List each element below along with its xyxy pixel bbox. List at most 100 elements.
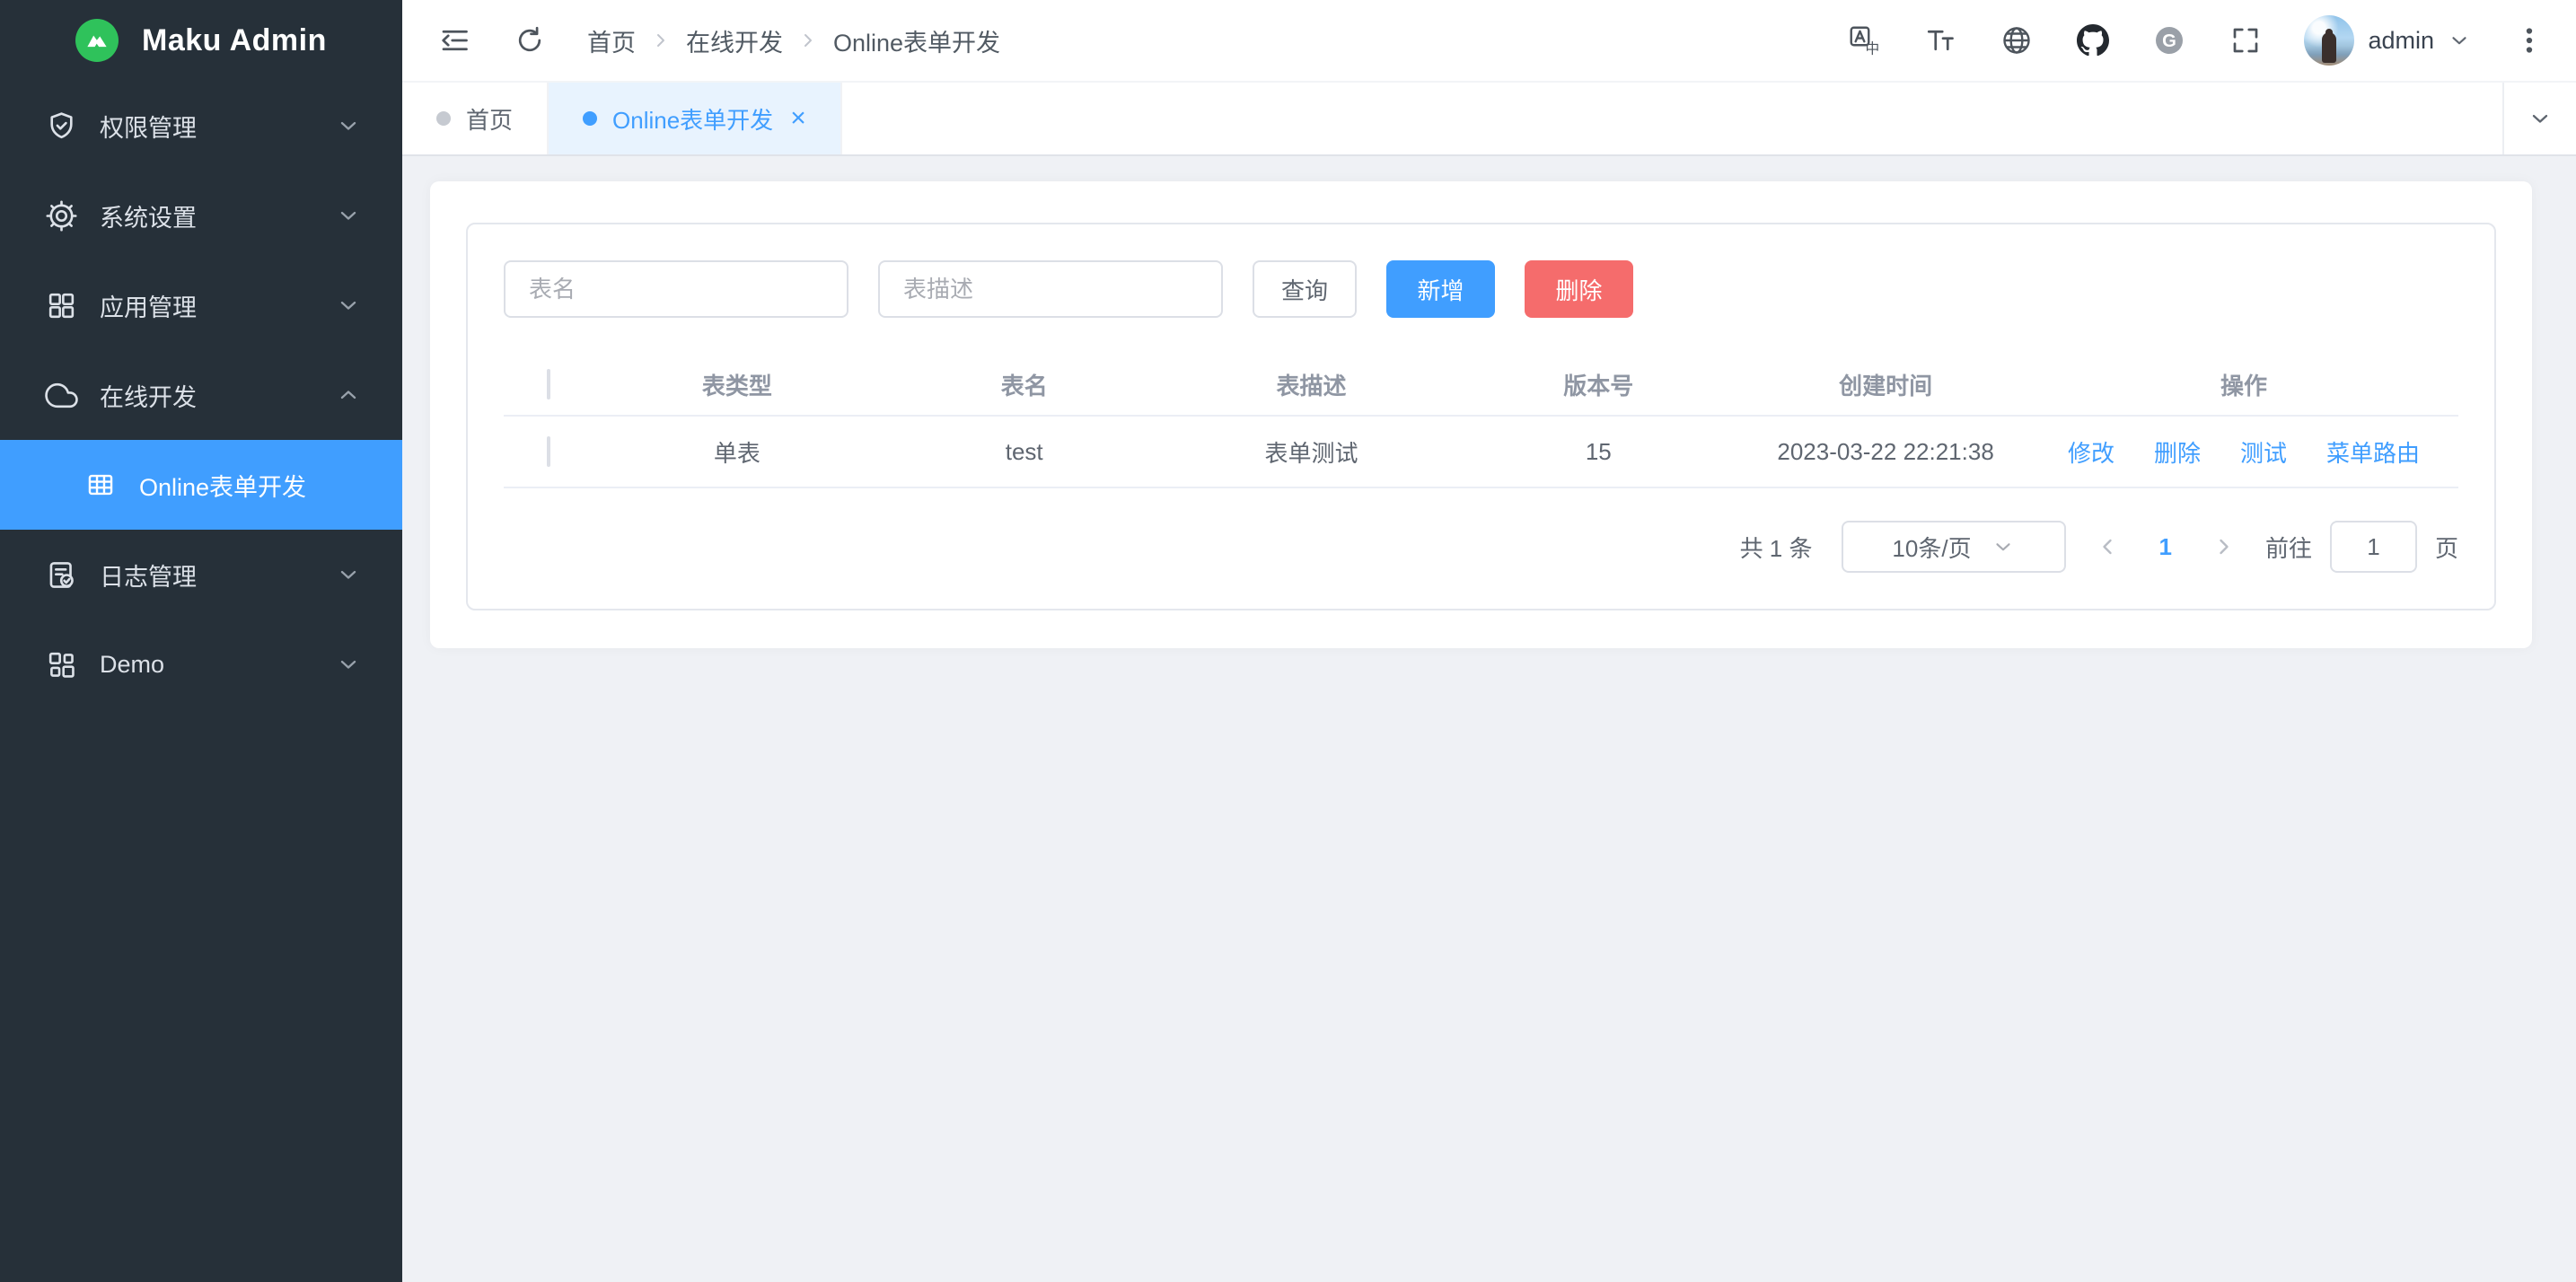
page-size-value: 10条/页 <box>1892 531 1971 564</box>
avatar <box>2304 15 2354 66</box>
chevron-down-icon <box>336 113 361 138</box>
table-header-row: 表类型 表名 表描述 版本号 创建时间 操作 <box>504 354 2458 417</box>
prev-page-icon[interactable] <box>2095 534 2120 559</box>
fullscreen-icon[interactable] <box>2228 22 2264 58</box>
menu-route-link[interactable]: 菜单路由 <box>2326 435 2420 469</box>
row-actions: 修改 删除 测试 菜单路由 <box>2029 435 2458 469</box>
column-header: 表名 <box>881 368 1168 401</box>
column-header: 表类型 <box>593 368 881 401</box>
delete-link[interactable]: 删除 <box>2154 435 2201 469</box>
sidebar-item-online-form-dev[interactable]: Online表单开发 <box>0 440 402 530</box>
chevron-down-icon <box>336 652 361 677</box>
user-menu[interactable]: admin <box>2304 15 2471 66</box>
sidebar-item-label: Demo <box>100 651 314 679</box>
translate-icon[interactable]: 中 <box>1846 22 1882 58</box>
table-card: 查询 新增 删除 表类型 表名 表描述 版本号 创建时间 操作 <box>466 223 2496 610</box>
test-link[interactable]: 测试 <box>2240 435 2287 469</box>
sidebar-item-label: 日志管理 <box>100 558 314 593</box>
logo[interactable]: Maku Admin <box>0 0 402 81</box>
table-row: 单表 test 表单测试 15 2023-03-22 22:21:38 修改 删… <box>504 417 2458 488</box>
pagination-total: 共 1 条 <box>1740 531 1813 564</box>
sidebar-item-log-management[interactable]: 日志管理 <box>0 530 402 619</box>
search-toolbar: 查询 新增 删除 <box>504 260 2458 318</box>
refresh-icon[interactable] <box>512 22 548 58</box>
user-name: admin <box>2368 27 2434 55</box>
log-check-icon <box>45 558 78 592</box>
sidebar-item-label: Online表单开发 <box>139 468 361 503</box>
sidebar-item-app-management[interactable]: 应用管理 <box>0 260 402 350</box>
breadcrumb-item-current: Online表单开发 <box>833 23 1000 58</box>
header-right: 中 G admin <box>1846 15 2547 66</box>
tab-label: 首页 <box>466 102 513 136</box>
tab-dot <box>583 111 597 126</box>
page-size-select[interactable]: 10条/页 <box>1842 521 2066 573</box>
cell-table-name: test <box>881 438 1168 466</box>
column-header: 创建时间 <box>1742 368 2029 401</box>
gitee-icon[interactable]: G <box>2151 22 2187 58</box>
select-all-checkbox[interactable] <box>547 369 550 400</box>
table-desc-input[interactable] <box>878 260 1223 318</box>
header-left: 首页 在线开发 Online表单开发 <box>436 22 1000 58</box>
pager: 1 <box>2095 533 2237 561</box>
tab-home[interactable]: 首页 <box>402 83 549 154</box>
sidebar-item-label: 权限管理 <box>100 109 314 144</box>
sidebar-item-online-dev[interactable]: 在线开发 <box>0 350 402 440</box>
breadcrumb: 首页 在线开发 Online表单开发 <box>587 23 1000 58</box>
pagination: 共 1 条 10条/页 1 前往 页 <box>504 521 2458 573</box>
table-name-input[interactable] <box>504 260 848 318</box>
data-table: 表类型 表名 表描述 版本号 创建时间 操作 单表 test 表单测试 <box>504 354 2458 488</box>
delete-button[interactable]: 删除 <box>1525 260 1633 318</box>
globe-icon[interactable] <box>1999 22 2035 58</box>
next-page-icon[interactable] <box>2211 534 2237 559</box>
sidebar-item-system-settings[interactable]: 系统设置 <box>0 171 402 260</box>
svg-text:中: 中 <box>1866 41 1880 57</box>
tab-close-icon[interactable]: × <box>790 105 806 132</box>
query-button[interactable]: 查询 <box>1253 260 1357 318</box>
logo-icon <box>75 19 119 62</box>
sidebar-item-demo[interactable]: Demo <box>0 619 402 709</box>
breadcrumb-item-online-dev[interactable]: 在线开发 <box>686 23 783 58</box>
add-button[interactable]: 新增 <box>1386 260 1495 318</box>
edit-link[interactable]: 修改 <box>2068 435 2114 469</box>
sidebar-item-label: 系统设置 <box>100 198 314 233</box>
sidebar-item-label: 应用管理 <box>100 288 314 323</box>
github-icon[interactable] <box>2075 22 2111 58</box>
page-jumper: 前往 页 <box>2265 521 2458 573</box>
sidebar-item-label: 在线开发 <box>100 378 314 413</box>
chevron-down-icon <box>2528 106 2553 131</box>
tab-label: Online表单开发 <box>612 102 773 136</box>
components-icon <box>45 648 78 681</box>
column-header: 表描述 <box>1168 368 1455 401</box>
cloud-icon <box>45 379 78 412</box>
header: 首页 在线开发 Online表单开发 中 <box>402 0 2576 81</box>
content-area: 查询 新增 删除 表类型 表名 表描述 版本号 创建时间 操作 <box>402 156 2576 1282</box>
cell-created-time: 2023-03-22 22:21:38 <box>1742 438 2029 466</box>
grid-icon <box>45 289 78 322</box>
column-header: 版本号 <box>1455 368 1742 401</box>
breadcrumb-item-home[interactable]: 首页 <box>587 23 636 58</box>
cell-table-desc: 表单测试 <box>1168 435 1455 469</box>
page-number[interactable]: 1 <box>2159 533 2172 561</box>
app-title: Maku Admin <box>142 23 327 58</box>
page-panel: 查询 新增 删除 表类型 表名 表描述 版本号 创建时间 操作 <box>430 181 2532 648</box>
goto-label: 前往 <box>2265 531 2312 564</box>
main-area: 首页 在线开发 Online表单开发 中 <box>402 0 2576 1282</box>
kebab-menu-icon[interactable] <box>2511 22 2547 58</box>
row-checkbox[interactable] <box>547 436 550 467</box>
sidebar-item-permissions[interactable]: 权限管理 <box>0 81 402 171</box>
svg-text:G: G <box>2163 31 2177 51</box>
tab-online-form-dev[interactable]: Online表单开发 × <box>549 83 842 154</box>
chevron-right-icon <box>797 30 819 51</box>
column-header: 操作 <box>2029 368 2458 401</box>
font-size-icon[interactable] <box>1922 22 1958 58</box>
cell-table-type: 单表 <box>593 435 881 469</box>
chevron-up-icon <box>336 382 361 408</box>
page-jump-input[interactable] <box>2330 521 2417 573</box>
chevron-down-icon <box>336 562 361 587</box>
cell-version: 15 <box>1455 438 1742 466</box>
collapse-sidebar-icon[interactable] <box>436 22 472 58</box>
table-icon <box>85 470 116 500</box>
page-unit-label: 页 <box>2435 531 2458 564</box>
shield-check-icon <box>45 110 78 143</box>
tabs-dropdown-button[interactable] <box>2502 83 2576 154</box>
